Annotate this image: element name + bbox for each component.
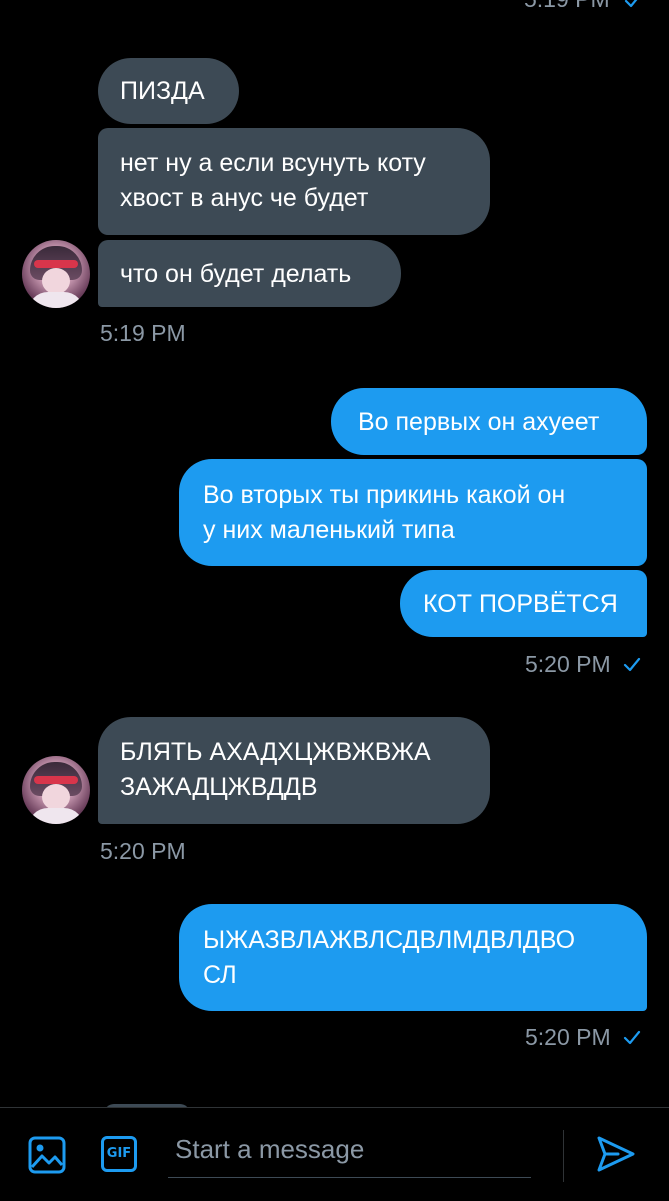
message-sent[interactable]: КОТ ПОРВЁТСЯ (400, 570, 647, 637)
message-text: Во первых он ахуеет (358, 408, 600, 436)
message-sent[interactable]: ЫЖАЗВЛАЖВЛСДВЛМДВЛДВО СЛ (179, 904, 647, 1011)
message-received[interactable]: БЛЯТЬ АХАДХЦЖВЖВЖА ЗАЖАДЦЖВДДВ (98, 717, 490, 824)
message-text: ПИЗДА (120, 77, 205, 105)
gif-icon[interactable]: GIF (101, 1136, 137, 1172)
send-icon[interactable] (596, 1134, 636, 1174)
message-input[interactable]: Start a message (175, 1134, 535, 1168)
timestamp-top: 5:19 PM (524, 0, 610, 13)
message-text: хвост в анус че будет (120, 184, 369, 212)
message-text: СЛ (203, 961, 237, 989)
avatar[interactable] (22, 756, 90, 824)
timestamp: 5:20 PM (525, 1024, 611, 1050)
message-text: ЫЖАЗВЛАЖВЛСДВЛМДВЛДВО (203, 926, 576, 954)
message-received[interactable]: ПИЗДА (98, 58, 239, 124)
input-underline (168, 1177, 531, 1178)
message-received[interactable]: нет ну а если всунуть коту хвост в анус … (98, 128, 490, 235)
read-check-icon (624, 0, 638, 8)
message-sent[interactable]: Во вторых ты прикинь какой он у них мале… (179, 459, 647, 566)
read-check-icon (623, 657, 641, 672)
read-check-icon (623, 1030, 641, 1045)
image-icon[interactable] (28, 1136, 66, 1174)
message-sent[interactable]: Во первых он ахуеет (331, 388, 647, 455)
message-text: что он будет делать (120, 260, 352, 288)
timestamp: 5:20 PM (525, 651, 611, 677)
avatar[interactable] (22, 240, 90, 308)
message-received[interactable]: что он будет делать (98, 240, 401, 307)
message-text: БЛЯТЬ АХАДХЦЖВЖВЖА (120, 738, 431, 766)
message-text: КОТ ПОРВЁТСЯ (423, 590, 618, 618)
message-text: нет ну а если всунуть коту (120, 149, 426, 177)
timestamp: 5:19 PM (100, 320, 186, 346)
message-text: Во вторых ты прикинь какой он (203, 481, 566, 509)
message-text: у них маленький типа (203, 516, 455, 544)
timestamp: 5:20 PM (100, 838, 186, 864)
divider (563, 1130, 564, 1182)
message-text: ЗАЖАДЦЖВДДВ (120, 773, 318, 801)
